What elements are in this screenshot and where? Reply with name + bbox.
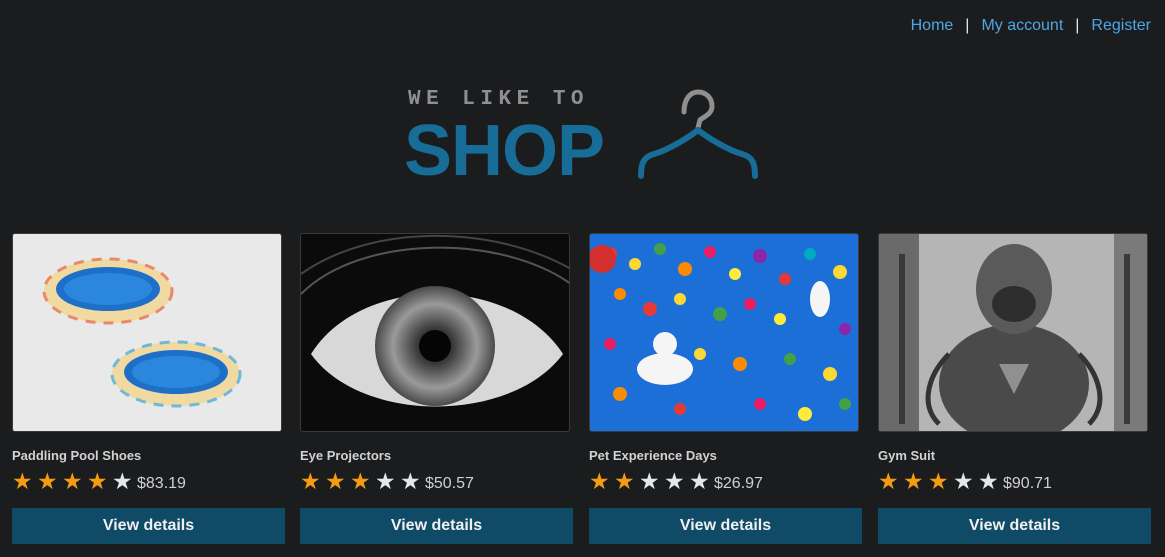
star-filled-icon: ★ — [903, 468, 924, 494]
star-empty-icon: ★ — [953, 468, 974, 494]
product-price: $83.19 — [137, 475, 186, 492]
star-filled-icon: ★ — [62, 468, 83, 494]
product-rating: ★ ★ ★ ★ ★ $83.19 — [12, 469, 186, 493]
nav-separator: | — [1075, 17, 1080, 34]
star-filled-icon: ★ — [350, 468, 371, 494]
nav-home-link[interactable]: Home — [911, 17, 954, 35]
view-details-button[interactable]: View details — [300, 508, 573, 544]
product-rating: ★ ★ ★ ★ ★ $90.71 — [878, 469, 1052, 493]
star-empty-icon: ★ — [400, 468, 421, 494]
product-price: $50.57 — [425, 475, 474, 492]
product-rating: ★ ★ ★ ★ ★ $50.57 — [300, 469, 474, 493]
top-nav: Home | My account | Register — [911, 17, 1151, 35]
nav-my-account-link[interactable]: My account — [981, 17, 1063, 35]
product-name[interactable]: Pet Experience Days — [589, 448, 717, 463]
star-filled-icon: ★ — [928, 468, 949, 494]
star-empty-icon: ★ — [375, 468, 396, 494]
dogs-balloons-image[interactable] — [589, 233, 859, 432]
product-rating: ★ ★ ★ ★ ★ $26.97 — [589, 469, 763, 493]
logo-brand: SHOP — [404, 111, 605, 191]
star-filled-icon: ★ — [614, 468, 635, 494]
view-details-button[interactable]: View details — [878, 508, 1151, 544]
product-card: Pet Experience Days ★ ★ ★ ★ ★ $26.97 Vie… — [589, 233, 863, 544]
product-card: Eye Projectors ★ ★ ★ ★ ★ $50.57 View det… — [300, 233, 574, 544]
nav-separator: | — [965, 17, 970, 34]
product-name[interactable]: Gym Suit — [878, 448, 935, 463]
eye-closeup-image[interactable] — [300, 233, 570, 432]
view-details-button[interactable]: View details — [12, 508, 285, 544]
star-filled-icon: ★ — [12, 468, 33, 494]
coat-hanger-icon — [638, 89, 758, 179]
star-filled-icon: ★ — [325, 468, 346, 494]
star-empty-icon: ★ — [978, 468, 999, 494]
product-card: Gym Suit ★ ★ ★ ★ ★ $90.71 View details — [878, 233, 1152, 544]
star-empty-icon: ★ — [689, 468, 710, 494]
star-filled-icon: ★ — [300, 468, 321, 494]
product-name[interactable]: Paddling Pool Shoes — [12, 448, 141, 463]
logo-tagline: WE LIKE TO — [408, 88, 590, 111]
star-filled-icon: ★ — [878, 468, 899, 494]
nav-register-link[interactable]: Register — [1091, 17, 1151, 35]
product-price: $90.71 — [1003, 475, 1052, 492]
paddling-pool-image[interactable] — [12, 233, 282, 432]
star-empty-icon: ★ — [112, 468, 133, 494]
star-filled-icon: ★ — [37, 468, 58, 494]
star-empty-icon: ★ — [664, 468, 685, 494]
star-filled-icon: ★ — [589, 468, 610, 494]
product-card: Paddling Pool Shoes ★ ★ ★ ★ ★ $83.19 Vie… — [12, 233, 286, 544]
star-filled-icon: ★ — [87, 468, 108, 494]
site-logo[interactable]: WE LIKE TO SHOP — [404, 84, 764, 191]
view-details-button[interactable]: View details — [589, 508, 862, 544]
product-price: $26.97 — [714, 475, 763, 492]
star-empty-icon: ★ — [639, 468, 660, 494]
product-name[interactable]: Eye Projectors — [300, 448, 391, 463]
dog-muscle-gym-image[interactable] — [878, 233, 1148, 432]
